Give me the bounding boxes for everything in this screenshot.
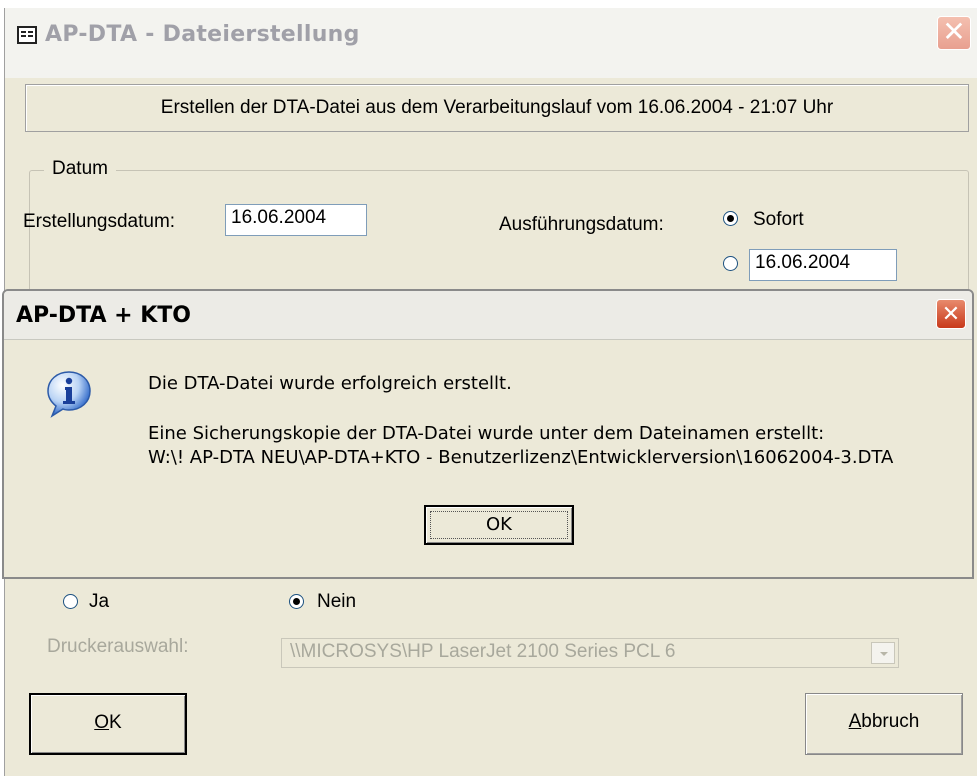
message-line-backup: Eine Sicherungskopie der DTA-Datei wurde… xyxy=(148,423,825,444)
ok-button-mnemonic: O xyxy=(94,712,110,733)
printer-select-label: Druckerauswahl: xyxy=(47,636,189,657)
execution-date-label: Ausführungsdatum: xyxy=(499,214,664,235)
message-dialog-close-button[interactable]: ✕ xyxy=(936,299,966,329)
printer-select-value: \\MICROSYS\HP LaserJet 2100 Series PCL 6 xyxy=(290,641,676,662)
execution-immediate-radio[interactable] xyxy=(723,211,738,226)
main-window-title: AP-DTA - Dateierstellung xyxy=(45,22,360,47)
execution-date-field[interactable]: 16.06.2004 xyxy=(749,249,897,281)
cancel-button[interactable]: Abbruch xyxy=(805,693,963,755)
print-yes-label: Ja xyxy=(89,591,110,612)
cancel-button-label: bbruch xyxy=(861,711,920,732)
main-window-close-button[interactable]: ✕ xyxy=(937,16,971,50)
chevron-down-icon[interactable] xyxy=(871,642,895,664)
cancel-button-mnemonic: A xyxy=(848,711,862,732)
message-line-path: W:\! AP-DTA NEU\AP-DTA+KTO - Benutzerliz… xyxy=(148,447,894,468)
ok-button-label: K xyxy=(109,712,122,733)
message-ok-button[interactable]: OK xyxy=(424,505,574,545)
form-icon xyxy=(17,26,37,44)
creation-date-field[interactable]: 16.06.2004 xyxy=(225,204,367,236)
printer-select[interactable]: \\MICROSYS\HP LaserJet 2100 Series PCL 6 xyxy=(281,638,899,668)
message-dialog-titlebar[interactable]: AP-DTA + KTO ✕ xyxy=(4,291,972,340)
print-no-radio[interactable] xyxy=(289,594,304,609)
info-icon xyxy=(47,371,91,418)
process-info-banner: Erstellen der DTA-Datei aus dem Verarbei… xyxy=(25,84,969,132)
print-yes-radio[interactable] xyxy=(63,594,78,609)
ok-button[interactable]: OK xyxy=(29,693,187,755)
print-no-label: Nein xyxy=(317,591,357,612)
execution-immediate-label: Sofort xyxy=(753,209,804,230)
execution-date-radio[interactable] xyxy=(723,256,738,271)
message-line-success: Die DTA-Datei wurde erfolgreich erstellt… xyxy=(148,373,512,394)
creation-date-label: Erstellungsdatum: xyxy=(23,211,176,232)
date-group-legend: Datum xyxy=(44,158,116,180)
message-dialog: AP-DTA + KTO ✕ Die DTA-Datei wurde erfol… xyxy=(2,289,974,579)
main-window-titlebar[interactable]: AP-DTA - Dateierstellung ✕ xyxy=(5,8,977,78)
message-dialog-title: AP-DTA + KTO xyxy=(16,303,191,328)
